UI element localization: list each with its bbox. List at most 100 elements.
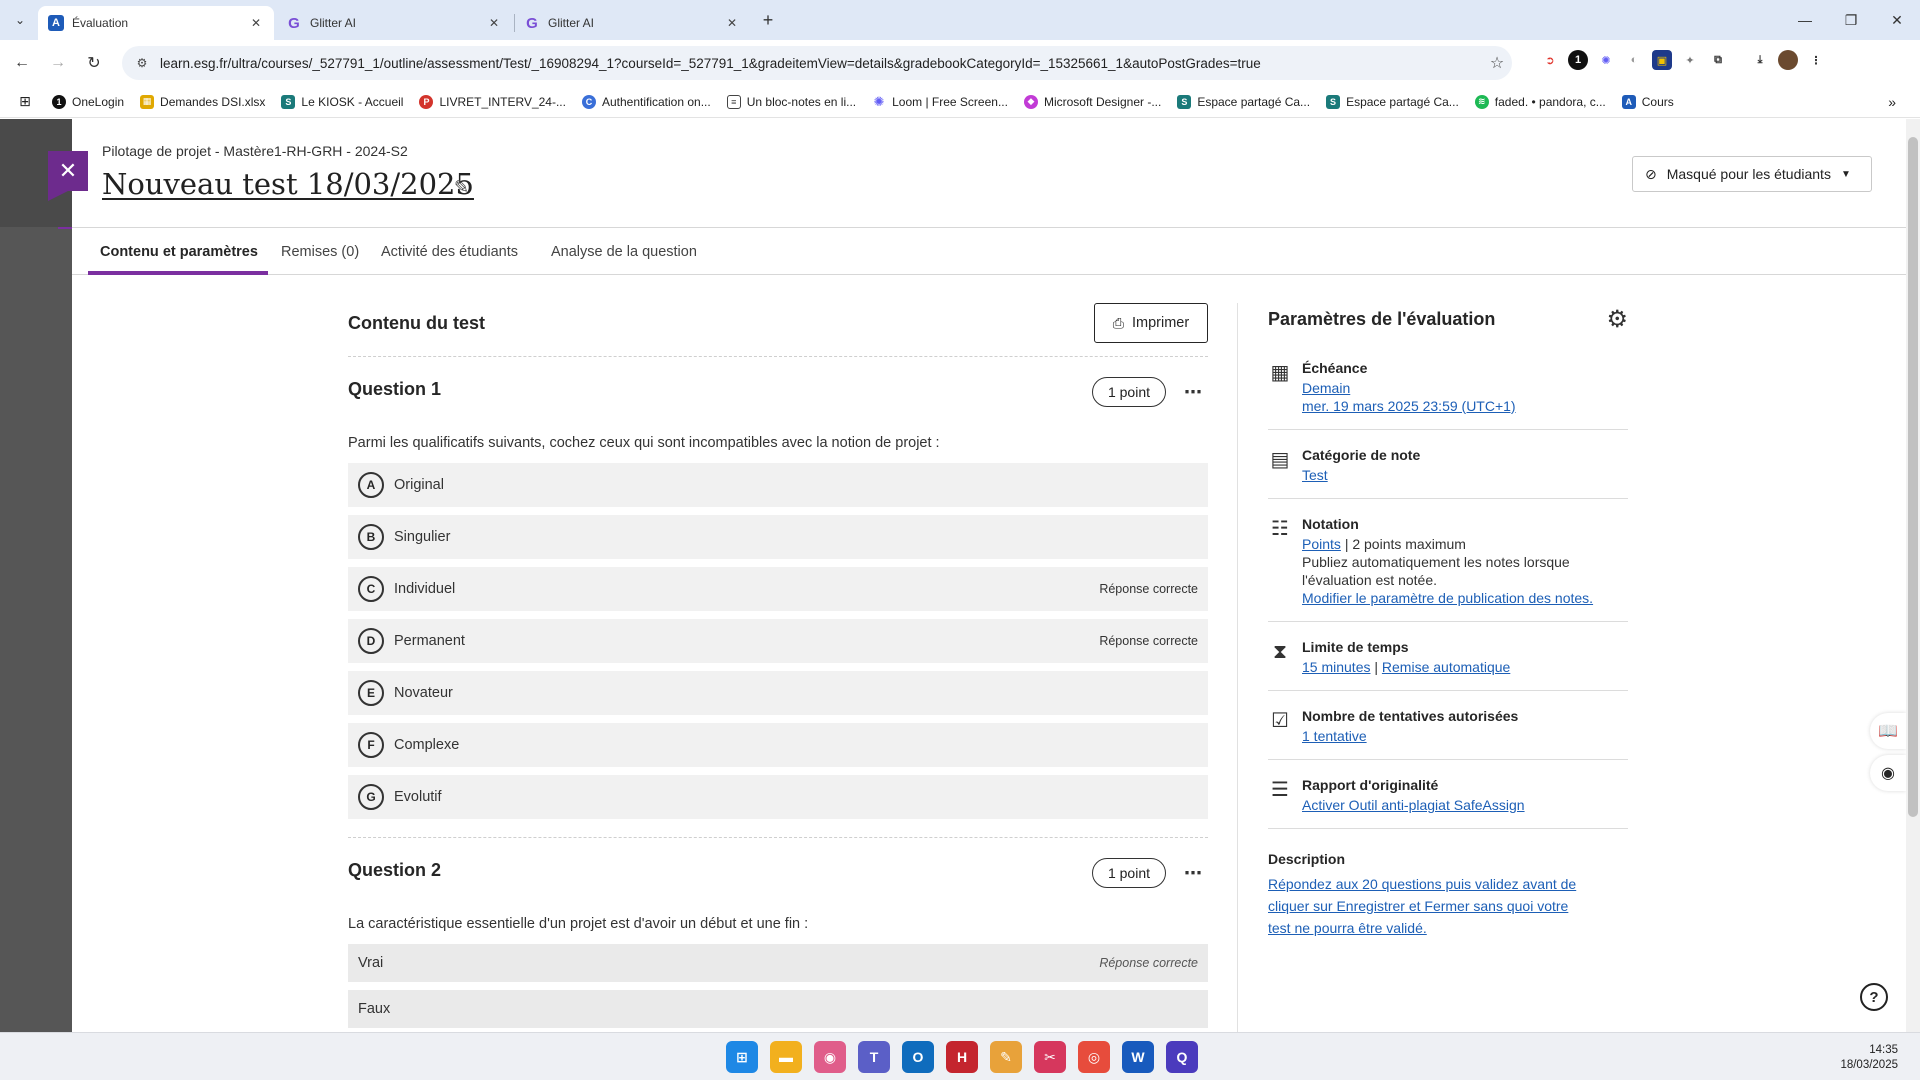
photos-icon[interactable]: ◉	[814, 1041, 846, 1073]
bookmark-item[interactable]: A Cours	[1621, 94, 1674, 109]
outlook-icon[interactable]: O	[902, 1041, 934, 1073]
extension-puzzle-gray-icon[interactable]: ✦	[1680, 50, 1700, 70]
book-icon[interactable]: 📖	[1870, 713, 1906, 749]
separator: |	[1374, 659, 1379, 675]
visibility-dropdown[interactable]: ⊘ Masqué pour les étudiants ▼	[1632, 156, 1872, 192]
bookmark-item[interactable]: ▦ Demandes DSI.xlsx	[140, 94, 265, 109]
pencil-app-icon[interactable]: ✎	[990, 1041, 1022, 1073]
tab-submissions[interactable]: Remises (0)	[281, 228, 359, 275]
glitter-icon: G	[526, 14, 538, 32]
bookmark-item[interactable]: ◆ Microsoft Designer -...	[1023, 94, 1161, 109]
tab-content-settings[interactable]: Contenu et paramètres	[100, 228, 258, 275]
profile-avatar[interactable]	[1778, 50, 1798, 70]
download-icon[interactable]: ⤓	[1750, 50, 1770, 70]
bookmark-item[interactable]: S Espace partagé Ca...	[1326, 94, 1459, 109]
more-options-icon[interactable]: ⋯	[1178, 377, 1208, 407]
word-icon[interactable]: W	[1122, 1041, 1154, 1073]
bookmark-item[interactable]: ≡ Un bloc-notes en li...	[726, 94, 856, 109]
bookmark-star-icon[interactable]: ☆	[1482, 53, 1512, 73]
tab-student-activity[interactable]: Activité des étudiants	[381, 228, 518, 275]
test-content: Contenu du test ⎙ Imprimer Question 1 1 …	[348, 303, 1208, 1032]
setting-name: Notation	[1302, 516, 1359, 532]
system-clock[interactable]: 14:35 18/03/2025	[1840, 1043, 1898, 1073]
browser-tab-evaluation[interactable]: A Évaluation ✕	[38, 6, 274, 40]
file-explorer-icon[interactable]: ▬	[770, 1041, 802, 1073]
new-tab-button[interactable]: +	[758, 10, 778, 30]
reload-icon[interactable]: ↻	[82, 51, 106, 75]
tab-title: Évaluation	[72, 16, 129, 30]
close-panel-button[interactable]: ✕	[48, 151, 88, 191]
extension-color-icon[interactable]: ▣	[1652, 50, 1672, 70]
tab-question-analysis[interactable]: Analyse de la question	[551, 228, 697, 275]
bookmark-item[interactable]: P LIVRET_INTERV_24-...	[419, 94, 566, 109]
site-info-icon[interactable]: ⚙	[134, 55, 150, 71]
bookmark-item[interactable]: 1 OneLogin	[52, 94, 125, 109]
pencil-icon[interactable]: ✎	[454, 177, 469, 198]
restore-icon[interactable]: ❐	[1828, 0, 1874, 40]
page-scrollbar[interactable]	[1906, 119, 1920, 1032]
bookmark-label: Authentification on...	[601, 94, 711, 109]
chevron-right-icon[interactable]: »	[1888, 94, 1896, 110]
clock-date: 18/03/2025	[1840, 1059, 1898, 1071]
browser-tab-glitter-1[interactable]: G Glitter AI ✕	[276, 6, 512, 40]
bookmark-label: OneLogin	[72, 94, 125, 109]
safeassign-link[interactable]: Activer Outil anti-plagiat SafeAssign	[1302, 797, 1525, 813]
help-icon[interactable]: ?	[1860, 983, 1888, 1011]
chrome-icon[interactable]: ◎	[1078, 1041, 1110, 1073]
window-close-icon[interactable]: ✕	[1874, 0, 1920, 40]
quickassist-icon[interactable]: Q	[1166, 1041, 1198, 1073]
spotify-icon: ≋	[1474, 94, 1489, 109]
tab-search-button[interactable]: ⌄	[8, 8, 32, 32]
page-title[interactable]: Nouveau test 18/03/2025	[102, 167, 474, 201]
gear-icon[interactable]: ⚙	[1606, 305, 1628, 334]
windows-start-icon[interactable]: ⊞	[726, 1041, 758, 1073]
tab-title: Glitter AI	[548, 16, 595, 30]
grade-posting-link[interactable]: Modifier le paramètre de publication des…	[1302, 590, 1593, 606]
auto-submit-link[interactable]: Remise automatique	[1382, 659, 1510, 675]
answer-text: Evolutif	[394, 789, 442, 805]
back-icon[interactable]: ←	[10, 51, 34, 75]
teams-icon[interactable]: T	[858, 1041, 890, 1073]
forward-icon[interactable]: →	[46, 51, 70, 75]
due-date-link[interactable]: mer. 19 mars 2025 23:59 (UTC+1)	[1302, 398, 1516, 414]
bookmark-item[interactable]: S Espace partagé Ca...	[1177, 94, 1310, 109]
points-link[interactable]: Points	[1302, 536, 1341, 552]
print-button[interactable]: ⎙ Imprimer	[1094, 303, 1208, 343]
attempts-link[interactable]: 1 tentative	[1302, 728, 1367, 744]
points-badge[interactable]: 1 point	[1092, 377, 1166, 407]
answer-text: Novateur	[394, 685, 453, 701]
correct-answer-label: Réponse correcte	[1099, 956, 1198, 970]
checkbox-icon: ☑	[1271, 710, 1289, 732]
time-limit-link[interactable]: 15 minutes	[1302, 659, 1370, 675]
more-options-icon[interactable]: ⋯	[1178, 858, 1208, 888]
address-bar[interactable]: ⚙ learn.esg.fr/ultra/courses/_527791_1/o…	[122, 46, 1512, 80]
browser-menu-icon[interactable]: ⋮	[1806, 50, 1826, 70]
browser-tab-glitter-2[interactable]: G Glitter AI ✕	[514, 6, 750, 40]
question-card: Question 2 1 point ⋯ La caractéristique …	[348, 838, 1208, 1028]
scrollbar-thumb[interactable]	[1908, 137, 1918, 817]
answer-text: Complexe	[394, 737, 460, 753]
bookmark-item[interactable]: ≋ faded. • pandora, c...	[1474, 94, 1606, 109]
close-icon[interactable]: ✕	[486, 15, 502, 31]
snipping-tool-icon[interactable]: ✂	[1034, 1041, 1066, 1073]
description-link[interactable]: Répondez aux 20 questions puis validez a…	[1268, 873, 1588, 939]
answer-letter: B	[358, 524, 384, 550]
extension-redirect-icon[interactable]: ➲	[1540, 50, 1560, 70]
due-relative-link[interactable]: Demain	[1302, 380, 1350, 396]
extension-onelogin-icon[interactable]: 1	[1568, 50, 1588, 70]
minimize-icon[interactable]: —	[1782, 0, 1828, 40]
points-badge[interactable]: 1 point	[1092, 858, 1166, 888]
extension-grey-icon[interactable]: ◐	[1624, 50, 1644, 70]
close-icon[interactable]: ✕	[724, 15, 740, 31]
sharepoint-icon: S	[1326, 94, 1341, 109]
close-icon[interactable]: ✕	[248, 15, 264, 31]
extension-loom-icon[interactable]: ✺	[1596, 50, 1616, 70]
globe-icon[interactable]: ◉	[1870, 755, 1906, 791]
grade-category-link[interactable]: Test	[1302, 467, 1328, 483]
bookmark-item[interactable]: C Authentification on...	[581, 94, 711, 109]
extensions-puzzle-icon[interactable]: ⧉	[1708, 50, 1728, 70]
bookmark-item[interactable]: S Le KIOSK - Accueil	[281, 94, 403, 109]
h-app-icon[interactable]: H	[946, 1041, 978, 1073]
apps-grid-icon[interactable]: ⊞	[16, 93, 34, 111]
bookmark-item[interactable]: ✺ Loom | Free Screen...	[872, 94, 1008, 109]
